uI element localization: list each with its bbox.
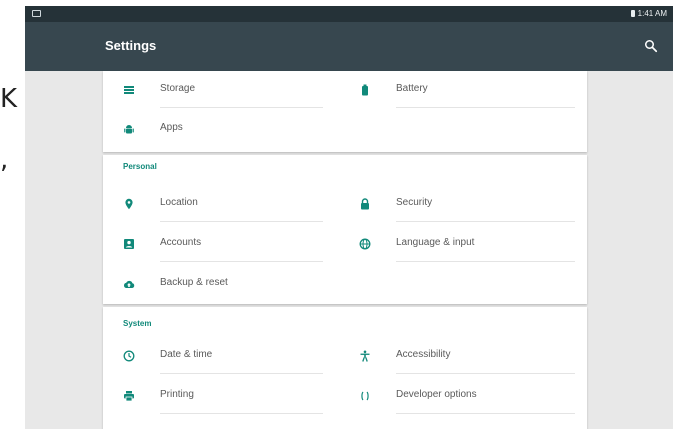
printer-icon bbox=[124, 391, 134, 402]
settings-card-system: System Date & time Accessibility Printin… bbox=[103, 307, 587, 429]
status-right: 1:41 AM bbox=[630, 9, 667, 18]
clock-icon bbox=[123, 350, 135, 362]
setting-backup-reset[interactable]: Backup & reset bbox=[123, 272, 323, 302]
divider bbox=[160, 373, 323, 374]
setting-label: Accessibility bbox=[396, 349, 451, 360]
setting-printing[interactable]: Printing bbox=[123, 384, 323, 414]
account-box-icon bbox=[124, 239, 134, 249]
section-title-personal: Personal bbox=[123, 162, 157, 171]
settings-card-personal: Personal Location Security Accounts Lang… bbox=[103, 155, 587, 304]
divider bbox=[396, 261, 575, 262]
setting-label: Backup & reset bbox=[160, 277, 228, 288]
setting-security[interactable]: Security bbox=[359, 192, 575, 222]
battery-status-icon bbox=[630, 10, 635, 17]
android-icon bbox=[124, 125, 134, 134]
setting-label: Date & time bbox=[160, 349, 213, 360]
divider bbox=[160, 221, 323, 222]
setting-location[interactable]: Location bbox=[123, 192, 323, 222]
setting-label: Accounts bbox=[160, 237, 202, 248]
lock-icon bbox=[361, 198, 369, 210]
divider bbox=[160, 107, 323, 108]
setting-label: Security bbox=[396, 197, 433, 208]
divider bbox=[160, 413, 323, 414]
edge-letter: K bbox=[0, 84, 18, 114]
tablet-screen: 1:41 AM Settings Storage Battery Apps Pe… bbox=[25, 6, 673, 429]
cloud-upload-icon bbox=[123, 280, 135, 288]
setting-developer-options[interactable]: Developer options bbox=[359, 384, 575, 414]
battery-icon bbox=[362, 84, 368, 96]
code-braces-icon bbox=[361, 391, 369, 401]
location-icon bbox=[125, 198, 133, 210]
status-time: 1:41 AM bbox=[637, 9, 667, 18]
page-title: Settings bbox=[105, 38, 157, 53]
globe-icon bbox=[359, 238, 371, 250]
divider bbox=[396, 373, 575, 374]
divider bbox=[396, 221, 575, 222]
setting-accounts[interactable]: Accounts bbox=[123, 232, 323, 262]
status-bar: 1:41 AM bbox=[25, 6, 673, 22]
setting-label: Battery bbox=[396, 83, 428, 94]
setting-date-time[interactable]: Date & time bbox=[123, 344, 323, 374]
app-bar: Settings bbox=[25, 22, 673, 71]
divider bbox=[396, 413, 575, 414]
settings-card-device: Storage Battery Apps bbox=[103, 71, 587, 152]
setting-label: Language & input bbox=[396, 237, 475, 248]
search-icon[interactable] bbox=[642, 37, 660, 55]
divider bbox=[396, 107, 575, 108]
notification-icon bbox=[32, 10, 41, 17]
storage-icon bbox=[124, 86, 134, 94]
setting-label: Location bbox=[160, 197, 198, 208]
setting-accessibility[interactable]: Accessibility bbox=[359, 344, 575, 374]
setting-label: Printing bbox=[160, 389, 194, 400]
setting-label: Storage bbox=[160, 83, 196, 94]
setting-storage[interactable]: Storage bbox=[123, 78, 323, 108]
edge-comma: , bbox=[0, 145, 9, 175]
setting-apps[interactable]: Apps bbox=[123, 117, 323, 147]
accessibility-icon bbox=[360, 350, 370, 362]
setting-label: Apps bbox=[160, 122, 183, 133]
section-title-system: System bbox=[123, 319, 152, 328]
setting-battery[interactable]: Battery bbox=[359, 78, 575, 108]
divider bbox=[160, 261, 323, 262]
settings-content: Storage Battery Apps Personal Location S… bbox=[25, 71, 673, 429]
setting-language-input[interactable]: Language & input bbox=[359, 232, 575, 262]
setting-label: Developer options bbox=[396, 389, 477, 400]
